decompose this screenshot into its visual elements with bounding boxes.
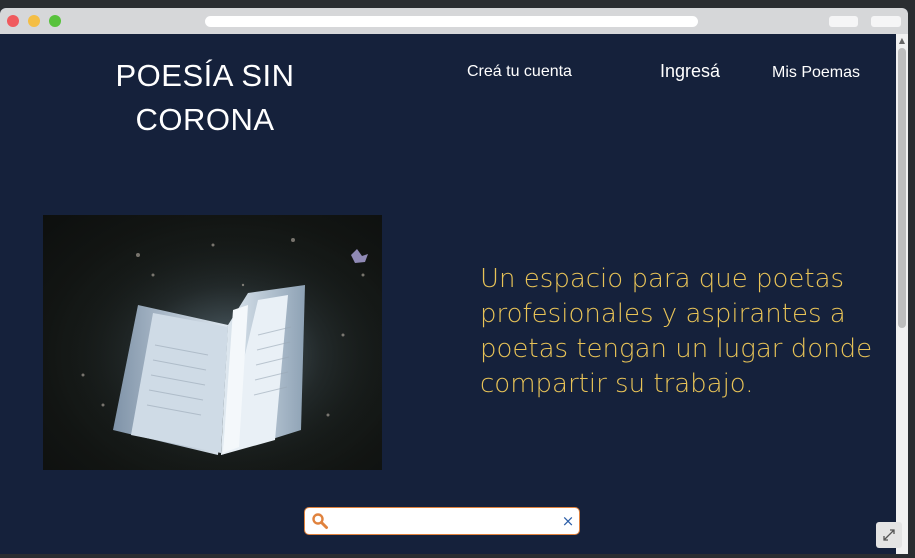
expand-view-button[interactable] xyxy=(876,522,902,548)
web-page: POESÍA SIN CORONA Creá tu cuenta Ingresá… xyxy=(0,34,896,554)
nav-my-poems-link[interactable]: Mis Poemas xyxy=(772,64,860,82)
clear-search-icon[interactable]: × xyxy=(561,512,575,530)
toolbar-button[interactable] xyxy=(829,16,858,27)
expand-arrows-icon xyxy=(883,529,895,541)
close-window-button[interactable] xyxy=(7,15,19,27)
browser-titlebar xyxy=(0,8,908,34)
minimize-window-button[interactable] xyxy=(28,15,40,27)
search-bar: × xyxy=(304,507,580,535)
nav-login-link[interactable]: Ingresá xyxy=(660,61,720,82)
address-bar[interactable] xyxy=(205,16,698,27)
site-logo[interactable]: POESÍA SIN CORONA xyxy=(80,54,330,142)
maximize-window-button[interactable] xyxy=(49,15,61,27)
brand-line-1: POESÍA SIN xyxy=(115,58,295,93)
open-book-image xyxy=(43,215,382,470)
open-book-illustration xyxy=(43,215,382,470)
scroll-up-arrow-icon[interactable]: ▲ xyxy=(896,36,908,46)
search-icon[interactable] xyxy=(311,512,329,530)
vertical-scrollbar[interactable]: ▲ xyxy=(896,34,908,554)
scrollbar-thumb[interactable] xyxy=(898,48,906,328)
browser-window: POESÍA SIN CORONA Creá tu cuenta Ingresá… xyxy=(0,8,908,554)
search-input[interactable] xyxy=(335,511,559,533)
brand-line-2: CORONA xyxy=(135,102,275,137)
toolbar-button[interactable] xyxy=(871,16,901,27)
hero-tagline: Un espacio para que poetas profesionales… xyxy=(480,264,873,399)
nav-signup-link[interactable]: Creá tu cuenta xyxy=(467,63,572,81)
